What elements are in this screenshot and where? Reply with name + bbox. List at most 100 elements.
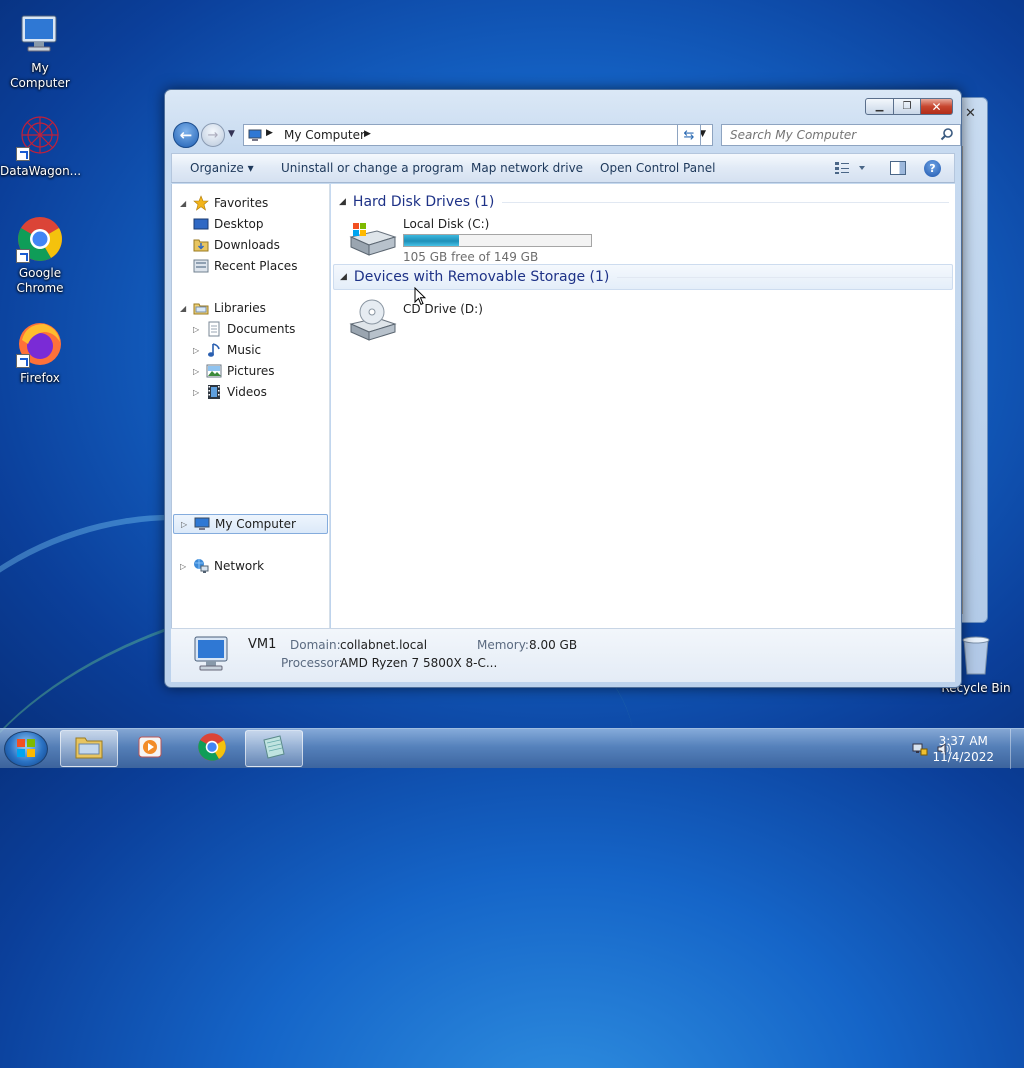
desktop-icon-my-computer[interactable]: My Computer (0, 10, 80, 91)
chrome-icon (16, 215, 64, 263)
group-header-hard-disks[interactable]: ◢ Hard Disk Drives (1) (339, 194, 949, 210)
nav-label: Desktop (214, 217, 264, 231)
taskbar-media-player-button[interactable] (121, 730, 179, 767)
nav-downloads[interactable]: Downloads (193, 235, 280, 255)
expand-arrow-icon[interactable]: ▷ (193, 325, 203, 334)
system-tray: 3:37 AM 11/4/2022 (874, 729, 1024, 769)
computer-icon (189, 635, 235, 678)
drive-local-disk-c[interactable]: Local Disk (C:) 105 GB free of 149 GB (347, 217, 592, 264)
close-button[interactable]: ✕ (921, 98, 953, 115)
nav-label: Documents (227, 322, 296, 336)
nav-my-computer[interactable]: ▷ My Computer (173, 514, 328, 534)
maximize-button[interactable]: ❐ (894, 98, 921, 115)
desktop-icon-google-chrome[interactable]: Google Chrome (0, 215, 80, 296)
forward-arrow-icon: → (207, 127, 219, 143)
nav-label: Favorites (214, 196, 269, 210)
processor-label: Processor: (281, 656, 343, 670)
recent-places-icon (193, 258, 209, 274)
nav-label: Libraries (214, 301, 266, 315)
computer-icon (194, 516, 210, 532)
clock[interactable]: 3:37 AM 11/4/2022 (932, 733, 994, 765)
expand-arrow-icon[interactable]: ▷ (193, 388, 203, 397)
breadcrumb-my-computer[interactable]: My Computer (284, 128, 365, 142)
nav-pictures[interactable]: ▷ Pictures (193, 361, 275, 381)
group-divider (502, 201, 949, 203)
chrome-icon (197, 732, 227, 765)
show-desktop-button[interactable] (1010, 729, 1024, 769)
help-button[interactable]: ? (924, 160, 941, 177)
mouse-cursor-icon (414, 286, 427, 309)
search-box[interactable] (721, 124, 961, 146)
shortcut-arrow-icon (16, 354, 30, 368)
navigation-pane: ◢ Favorites Desktop Downloads Recent Pla… (171, 184, 330, 628)
preview-pane-button[interactable] (890, 161, 906, 175)
computer-icon (16, 10, 64, 58)
downloads-folder-icon (193, 237, 209, 253)
close-icon: ✕ (931, 99, 942, 114)
nav-label: Pictures (227, 364, 275, 378)
collapse-arrow-icon[interactable]: ◢ (339, 197, 346, 207)
minimize-icon: ▁ (875, 101, 884, 112)
change-view-button[interactable] (834, 161, 866, 178)
breadcrumb-separator-icon[interactable]: ▶ (364, 129, 371, 139)
desktop-icon-label: Google Chrome (16, 266, 64, 295)
drive-usage-bar (403, 234, 592, 247)
collapse-arrow-icon[interactable]: ◢ (340, 272, 347, 282)
explorer-window[interactable]: ▁ ❐ ✕ ← → ▼ ▶ My Computer ▶ ▼ ⇆ Organize… (164, 89, 962, 688)
search-icon[interactable] (940, 127, 954, 144)
desktop-icon-firefox[interactable]: Firefox (0, 320, 80, 386)
nav-videos[interactable]: ▷ Videos (193, 382, 267, 402)
drive-free-space: 105 GB free of 149 GB (403, 250, 539, 264)
navigation-row: ← → ▼ ▶ My Computer ▶ ▼ ⇆ (173, 122, 961, 148)
taskbar-notepad-button[interactable] (245, 730, 303, 767)
breadcrumb-separator-icon[interactable]: ▶ (266, 128, 273, 138)
nav-label: My Computer (215, 517, 296, 531)
nav-favorites[interactable]: ◢ Favorites (180, 193, 268, 213)
back-button[interactable]: ← (173, 122, 199, 148)
map-network-drive-button[interactable]: Map network drive (471, 161, 583, 175)
datawagon-icon (16, 113, 64, 161)
desktop-icon-datawagon[interactable]: DataWagon... (0, 113, 81, 179)
caption-buttons: ▁ ❐ ✕ (865, 98, 953, 115)
expand-arrow-icon[interactable]: ▷ (193, 346, 203, 355)
minimize-button[interactable]: ▁ (865, 98, 894, 115)
address-bar[interactable]: ▶ My Computer ▶ ▼ (243, 124, 713, 146)
expand-arrow-icon[interactable]: ▷ (181, 520, 191, 529)
media-player-icon (137, 734, 163, 763)
desktop-icon (193, 216, 209, 232)
desktop-icon-label: Firefox (20, 371, 60, 385)
taskbar-explorer-button[interactable] (60, 730, 118, 767)
computer-icon (248, 129, 262, 145)
start-button[interactable] (4, 731, 48, 767)
group-header-removable-storage[interactable]: ◢ Devices with Removable Storage (1) (333, 264, 953, 290)
open-control-panel-button[interactable]: Open Control Panel (600, 161, 715, 175)
refresh-button[interactable]: ⇆ (677, 124, 701, 146)
taskbar-chrome-button[interactable] (183, 730, 241, 767)
organize-button[interactable]: Organize ▾ (190, 161, 254, 175)
nav-desktop[interactable]: Desktop (193, 214, 264, 234)
close-icon[interactable]: ✕ (965, 106, 976, 121)
expand-arrow-icon[interactable]: ▷ (193, 367, 203, 376)
command-bar: Organize ▾ Uninstall or change a program… (171, 153, 955, 183)
computer-name: VM1 (248, 637, 277, 652)
collapse-arrow-icon[interactable]: ◢ (180, 304, 190, 313)
recent-pages-dropdown[interactable]: ▼ (228, 129, 235, 139)
nav-network[interactable]: ▷ Network (180, 556, 264, 576)
help-icon: ? (929, 162, 936, 175)
drive-info: Local Disk (C:) 105 GB free of 149 GB (403, 217, 592, 264)
collapse-arrow-icon[interactable]: ◢ (180, 199, 190, 208)
nav-libraries[interactable]: ◢ Libraries (180, 298, 266, 318)
nav-documents[interactable]: ▷ Documents (193, 319, 295, 339)
uninstall-program-button[interactable]: Uninstall or change a program (281, 161, 464, 175)
nav-recent-places[interactable]: Recent Places (193, 256, 297, 276)
libraries-icon (193, 300, 209, 316)
desktop-icon-label: My Computer (10, 61, 70, 90)
nav-music[interactable]: ▷ Music (193, 340, 261, 360)
expand-arrow-icon[interactable]: ▷ (180, 562, 190, 571)
windows-logo-icon (15, 737, 37, 762)
search-input[interactable] (728, 126, 933, 144)
forward-button[interactable]: → (201, 123, 225, 147)
videos-film-icon (206, 384, 222, 400)
star-icon (193, 195, 209, 211)
network-status-icon[interactable] (912, 741, 928, 760)
